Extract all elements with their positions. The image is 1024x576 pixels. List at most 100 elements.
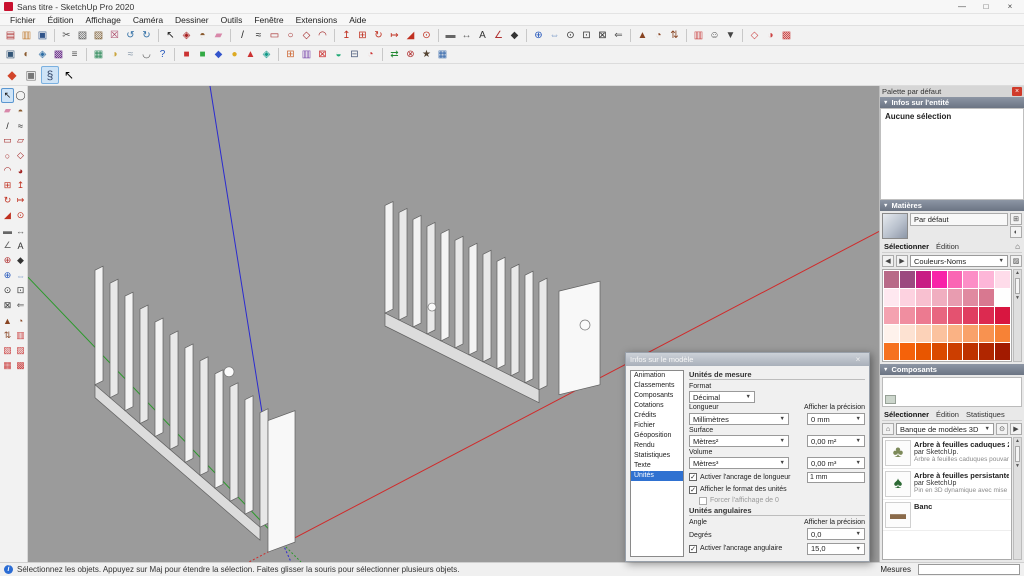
color-swatch[interactable] [963,343,978,360]
color-swatch[interactable] [979,343,994,360]
pan-tool-icon[interactable]: ⇔ [547,28,562,43]
heatsink-model-right[interactable] [385,202,600,403]
length-snapping-input[interactable]: 1 mm [807,472,865,483]
color-swatch[interactable] [948,343,963,360]
eraser-tool-icon[interactable]: ▰ [211,28,226,43]
redo-icon[interactable]: ↻ [139,28,154,43]
back-arrow-button[interactable]: ◀ [882,255,894,267]
account-dropdown-icon[interactable]: ▼ [723,28,738,43]
angle-precision-select[interactable]: 0,0 ▼ [807,528,865,540]
plugin-blue-grid-icon[interactable]: ▦ [435,47,450,62]
color-swatch[interactable] [948,307,963,324]
menu-outils[interactable]: Outils [215,14,249,26]
dialog-nav-unites[interactable]: Unités [631,471,683,481]
volume-unit-select[interactable]: Mètres³ ▼ [689,457,789,469]
plugin-green-circle-icon[interactable]: ◒ [331,47,346,62]
dialog-nav-cotations[interactable]: Cotations [631,401,683,411]
section-plane-icon[interactable]: ▥ [14,328,27,343]
color-swatch[interactable] [995,307,1010,324]
measurements-input[interactable] [918,564,1020,575]
color-swatch[interactable] [995,343,1010,360]
surface-precision-select[interactable]: 0,00 m² ▼ [807,435,865,447]
components-tab-statistiques[interactable]: Statistiques [966,410,1005,419]
dialog-close-button[interactable]: × [851,355,865,364]
menu-aide[interactable]: Aide [343,14,372,26]
previous-view-icon[interactable]: ⇐ [14,298,27,313]
dimension-icon[interactable]: ↔ [14,223,27,238]
scroll-down-icon[interactable]: ▼ [1015,463,1020,470]
move-icon[interactable]: ⊞ [1,178,14,193]
soften-edges-icon[interactable]: ◡ [139,47,154,62]
color-swatch[interactable] [948,271,963,288]
follow-me-icon[interactable]: ↦ [14,193,27,208]
color-swatch[interactable] [900,325,915,342]
format-select[interactable]: Décimal ▼ [689,391,755,403]
components-box-icon[interactable]: ▣ [22,66,40,84]
zoom-icon[interactable]: ⊙ [1,283,14,298]
components-scrollbar[interactable]: ▲ ▼ [1013,437,1022,560]
scenes-panel-icon[interactable]: ▦ [91,47,106,62]
styles-toggle-icon[interactable]: ▩ [779,28,794,43]
color-swatch[interactable] [916,343,931,360]
details-arrow-button[interactable]: ▶ [1010,423,1022,435]
text-tool-icon[interactable]: A [475,28,490,43]
color-swatch[interactable] [963,289,978,306]
scale-tool-icon[interactable]: ◢ [403,28,418,43]
plugin-red-triangle-icon[interactable]: ▲ [243,47,258,62]
save-icon[interactable]: ▣ [35,28,50,43]
make-component-icon[interactable]: ◈ [179,28,194,43]
volume-precision-select[interactable]: 0,00 m³ ▼ [807,457,865,469]
close-button[interactable]: × [1000,1,1020,13]
plugin-navy-minus-icon[interactable]: ⊟ [347,47,362,62]
heatsink-model-left[interactable] [95,266,295,552]
entity-info-panel-icon[interactable]: ▣ [3,47,18,62]
iso-view-icon[interactable]: ◇ [747,28,762,43]
orbit-tool-icon[interactable]: ⊕ [531,28,546,43]
paint-bucket-icon[interactable]: ◓ [14,103,27,118]
polygon-tool-icon[interactable]: ◇ [299,28,314,43]
copy-icon[interactable]: ▧ [75,28,90,43]
pie-icon[interactable]: ◕ [14,163,27,178]
materials-tab-selectionner[interactable]: Sélectionner [884,242,929,251]
color-swatch[interactable] [995,325,1010,342]
components-header[interactable]: ▼ Composants [880,364,1024,375]
home-icon[interactable]: ⌂ [1015,242,1020,251]
menu-edition[interactable]: Édition [42,14,80,26]
length-snapping-checkbox[interactable]: ✓ [689,473,697,481]
3d-text-tool-icon[interactable]: ◆ [507,28,522,43]
plugin-green-box-icon[interactable]: ■ [195,47,210,62]
cursor-icon[interactable]: ↖ [60,66,78,84]
warehouse-select[interactable]: Banque de modèles 3D ▼ [896,423,994,435]
freehand-icon[interactable]: ≈ [14,118,27,133]
section-plane-icon[interactable]: ▥ [691,28,706,43]
length-unit-select[interactable]: Millimètres ▼ [689,413,789,425]
dialog-nav-composants[interactable]: Composants [631,391,683,401]
axes-icon[interactable]: ⊕ [1,253,14,268]
freehand-tool-icon[interactable]: ≈ [251,28,266,43]
arc-icon[interactable]: ◠ [1,163,14,178]
paste-icon[interactable]: ▨ [91,28,106,43]
color-swatch[interactable] [932,271,947,288]
zoom-tool-icon[interactable]: ⊙ [563,28,578,43]
rotate-tool-icon[interactable]: ↻ [371,28,386,43]
dimension-tool-icon[interactable]: ↔ [459,28,474,43]
scroll-down-icon[interactable]: ▼ [1015,295,1020,302]
color-swatch[interactable] [995,271,1010,288]
color-swatch[interactable] [916,271,931,288]
polygon-icon[interactable]: ◇ [14,148,27,163]
scroll-up-icon[interactable]: ▲ [1015,438,1020,445]
color-swatch[interactable] [900,307,915,324]
dialog-title-bar[interactable]: Infos sur le modèle × [626,353,869,366]
surface-unit-select[interactable]: Mètres² ▼ [689,435,789,447]
color-swatch[interactable] [884,325,899,342]
plugin-orange-grid-icon[interactable]: ⊞ [283,47,298,62]
text-icon[interactable]: A [14,238,27,253]
pan-icon[interactable]: ⇔ [14,268,27,283]
components-tab-selectionner[interactable]: Sélectionner [884,410,929,419]
color-swatch[interactable] [979,271,994,288]
orbit-icon[interactable]: ⊕ [1,268,14,283]
styles-panel-icon[interactable]: ▩ [51,47,66,62]
materials-tab-edition[interactable]: Édition [936,242,959,251]
section-display-icon[interactable]: ▨ [14,343,27,358]
plugin-red-target-icon[interactable]: ⊗ [403,47,418,62]
